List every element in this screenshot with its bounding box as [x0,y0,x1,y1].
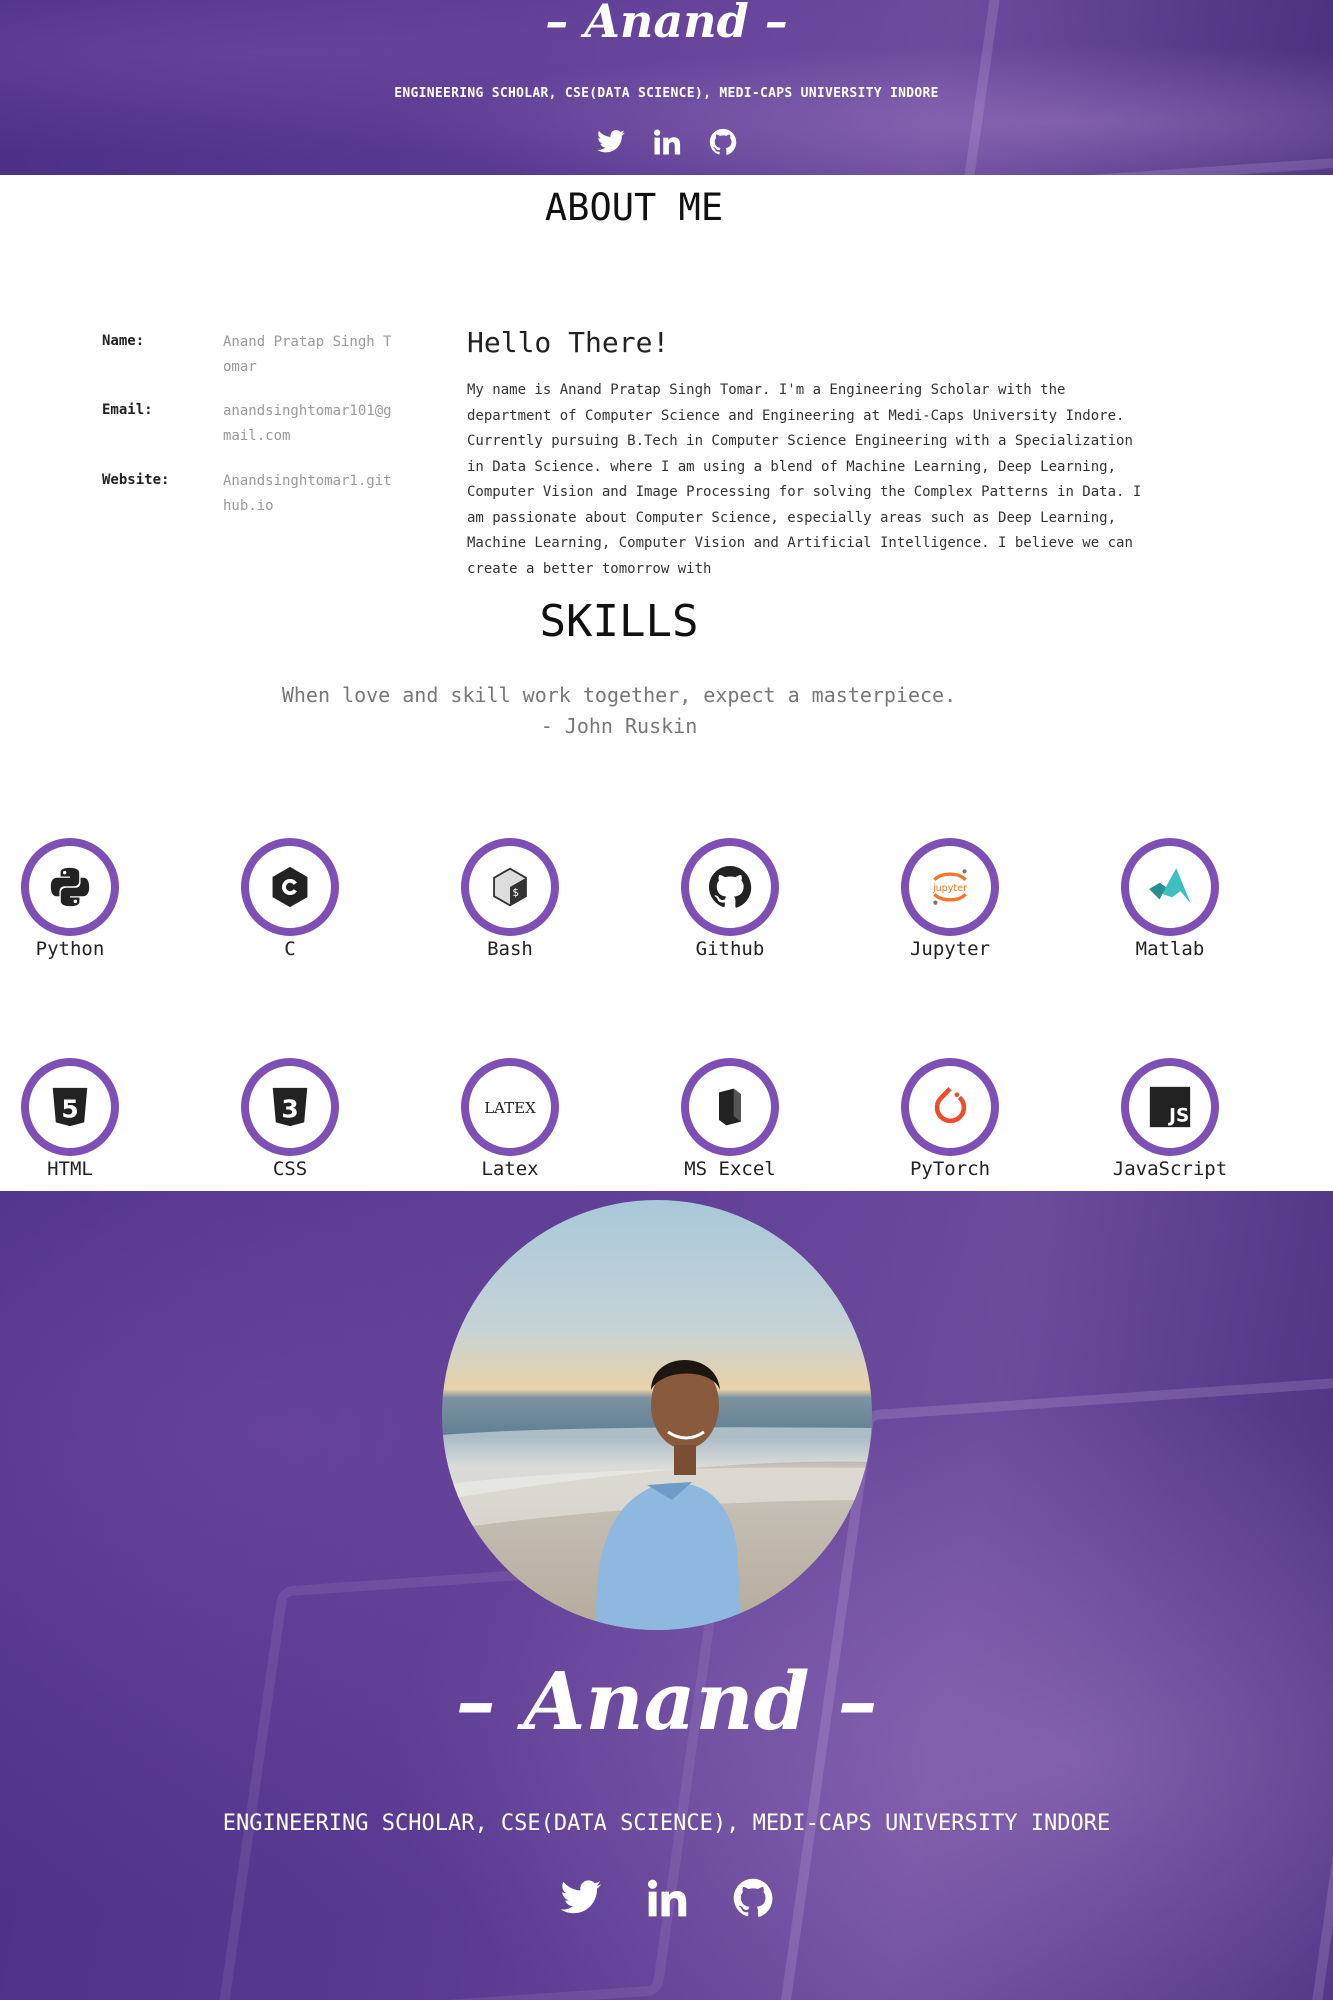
skill-python: Python [0,838,180,960]
skill-icon-ring: JS [1121,1058,1219,1156]
github-icon [733,1878,772,1917]
skill-label: CSS [272,1158,308,1180]
skill-icon-ring [681,1058,779,1156]
svg-text:JS: JS [1167,1106,1189,1127]
python-icon [50,867,90,907]
linkedin-icon [647,1879,686,1917]
linkedin-link[interactable] [652,127,682,157]
profile-photo [442,1200,872,1630]
website-label: Website: [102,472,170,488]
twitter-icon [596,130,625,153]
skill-icon-ring [681,838,779,936]
header-social-links [0,127,1333,157]
skill-label: MS Excel [684,1158,776,1180]
website-value[interactable]: Anandsinghtomar1.github.io [223,469,393,519]
skill-label: Python [35,938,105,960]
pytorch-icon [934,1087,967,1124]
javascript-icon: JS [1149,1086,1191,1128]
svg-text:5: 5 [61,1095,78,1124]
jupyter-icon: jupyter [932,869,967,905]
skill-icon-ring [21,838,119,936]
skill-javascript: JS JavaScript [1060,1058,1280,1180]
skill-label: JavaScript [1112,1158,1228,1180]
skill-matlab: Matlab [1060,838,1280,960]
footer-subtitle: ENGINEERING SCHOLAR, CSE(DATA SCIENCE), … [222,1811,1111,1836]
linkedin-link[interactable] [645,1876,689,1920]
footer-social-links [0,1876,1333,1920]
skill-icon-ring [241,838,339,936]
css3-icon: 3 [272,1087,308,1127]
greeting-heading: Hello There! [467,326,670,359]
skill-label: HTML [47,1158,93,1180]
latex-icon: LATEX [484,1099,536,1117]
skill-icon-ring [1121,838,1219,936]
ms-excel-icon [719,1088,741,1126]
linkedin-icon [653,129,680,155]
svg-text:jupyter: jupyter [932,883,967,894]
skill-label: Github [695,938,765,960]
html5-icon: 5 [52,1087,88,1127]
header-subtitle: ENGINEERING SCHOLAR, CSE(DATA SCIENCE), … [394,86,939,101]
email-label: Email: [102,402,153,418]
skill-pytorch: PyTorch [840,1058,1060,1180]
skill-label: PyTorch [909,1158,991,1180]
about-title: ABOUT ME [544,186,724,229]
skill-ms-excel: MS Excel [620,1058,840,1180]
skills-quote: When love and skill work together, expec… [281,683,957,707]
skill-html: 5 HTML [0,1058,180,1180]
site-brand[interactable]: – Anand – [0,0,1333,48]
header-banner: – Anand – ENGINEERING SCHOLAR, CSE(DATA … [0,0,1333,175]
c-language-icon [272,866,308,908]
skill-icon-ring: LATEX [461,1058,559,1156]
email-value[interactable]: anandsinghtomar101@gmail.com [223,399,393,449]
skill-css: 3 CSS [180,1058,400,1180]
github-icon [709,128,736,155]
skill-label: Latex [481,1158,539,1180]
skill-label: C [284,938,296,960]
bio-text: My name is Anand Pratap Singh Tomar. I'm… [467,382,1142,577]
svg-text:LATEX: LATEX [484,1099,536,1117]
skill-icon-ring [901,1058,999,1156]
skill-bash: $ Bash [400,838,620,960]
skill-icon-ring: 3 [241,1058,339,1156]
footer-brand[interactable]: – Anand – [0,1654,1333,1748]
skill-github: Github [620,838,840,960]
skill-jupyter: jupyter Jupyter [840,838,1060,960]
skill-latex: LATEX Latex [400,1058,620,1180]
skill-label: Bash [487,938,533,960]
github-link[interactable] [708,127,738,157]
skill-icon-ring: $ [461,838,559,936]
skill-label: Jupyter [909,938,991,960]
skill-label: Matlab [1135,938,1205,960]
skill-c: C [180,838,400,960]
twitter-link[interactable] [559,1876,603,1920]
svg-text:3: 3 [281,1095,298,1124]
matlab-icon [1149,868,1191,904]
github-icon [709,866,752,908]
bash-icon: $ [493,867,527,907]
skills-title: SKILLS [539,596,699,647]
twitter-icon [560,1880,601,1914]
github-link[interactable] [731,1876,775,1920]
name-label: Name: [102,333,145,349]
profile-photo-illustration [442,1360,872,1630]
twitter-link[interactable] [596,127,626,157]
skill-icon-ring: jupyter [901,838,999,936]
skill-icon-ring: 5 [21,1058,119,1156]
quote-author: - John Ruskin [540,714,698,738]
name-value: Anand Pratap Singh Tomar [223,334,392,375]
svg-text:$: $ [512,886,519,899]
